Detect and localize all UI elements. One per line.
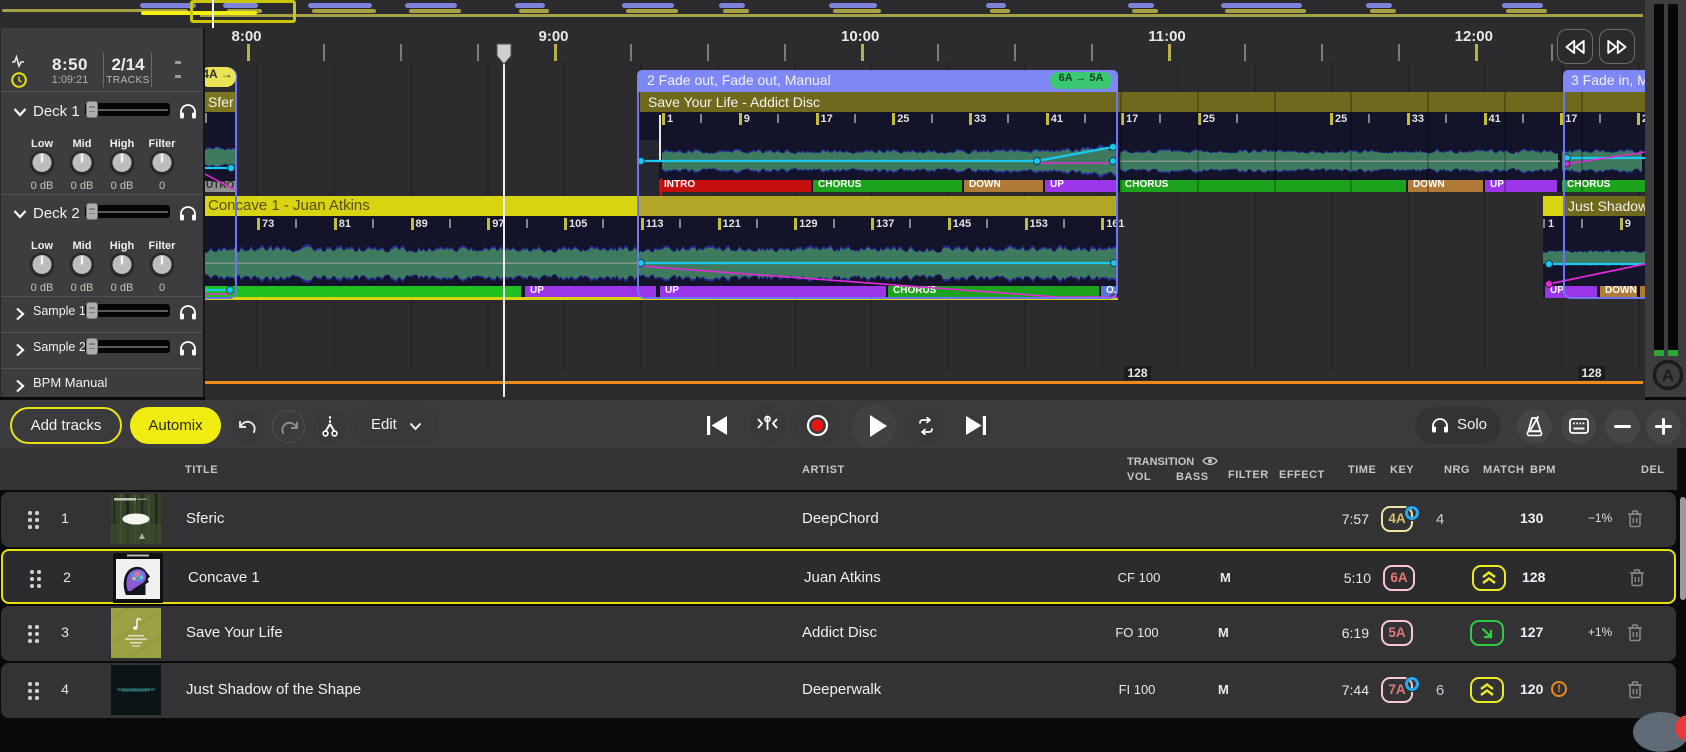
svg-text:A: A [1662, 366, 1674, 385]
svg-text:SHAPESHIFT: SHAPESHIFT [122, 688, 151, 693]
